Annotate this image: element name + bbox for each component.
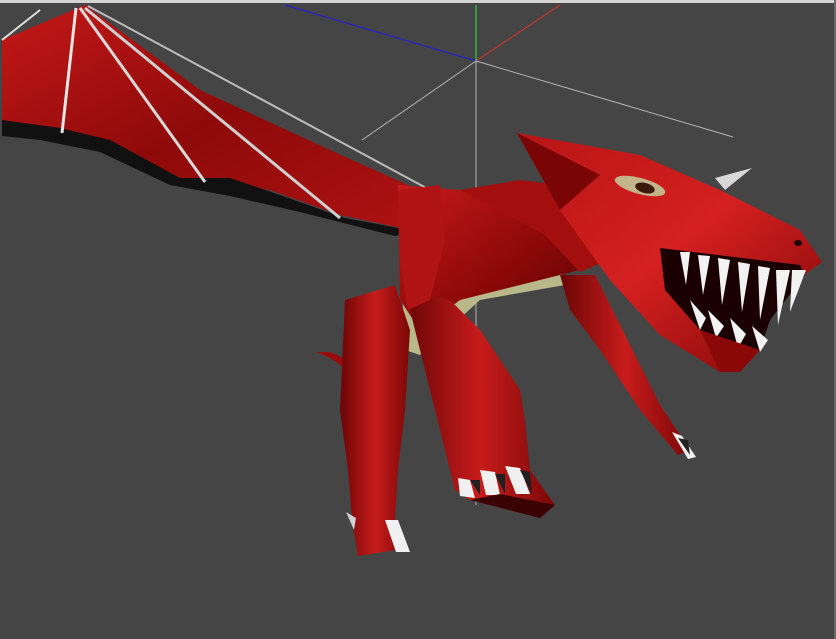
scene-canvas[interactable] bbox=[0, 0, 836, 639]
x-axis-line bbox=[475, 4, 561, 62]
3d-viewport[interactable] bbox=[0, 0, 836, 639]
grid-line-right bbox=[475, 60, 734, 138]
z-axis-line bbox=[284, 4, 477, 62]
dragon-wing bbox=[1, 5, 431, 236]
dragon-model[interactable] bbox=[1, 5, 822, 556]
grid-line-left bbox=[361, 60, 477, 141]
dragon-back-leg bbox=[340, 285, 410, 556]
dragon-middle-leg bbox=[405, 290, 555, 518]
